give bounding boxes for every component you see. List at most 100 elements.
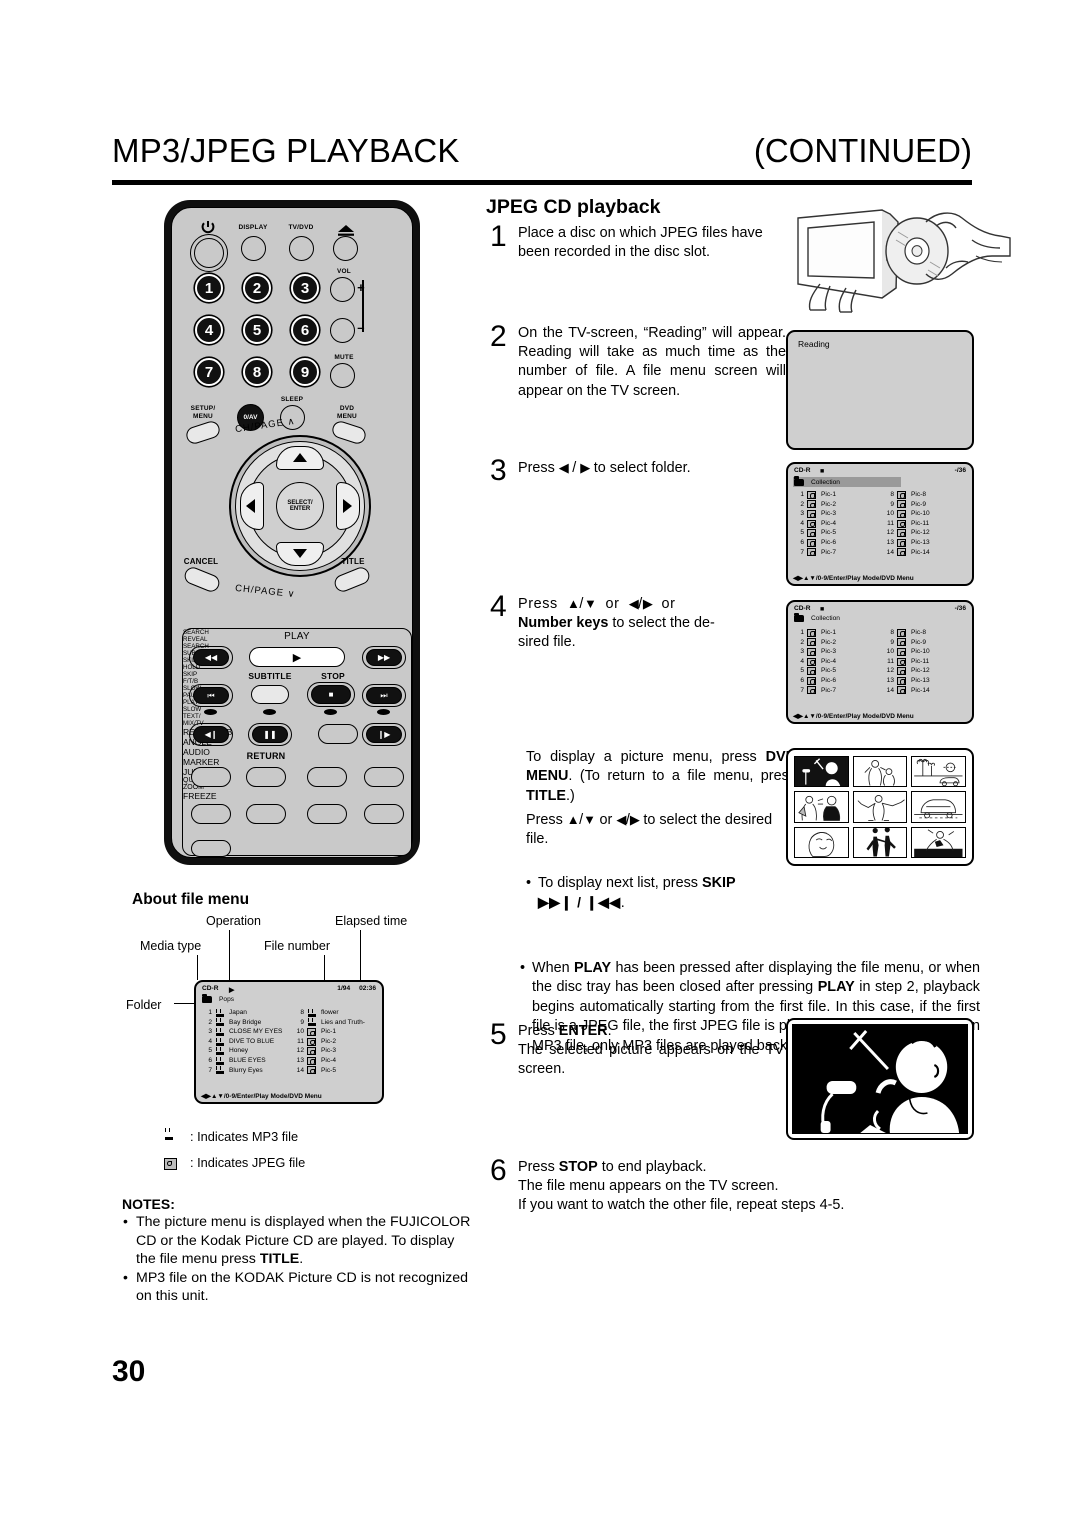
tv-dvd-label: TV/DVD <box>288 224 314 231</box>
leader-operation <box>229 930 231 980</box>
dvd-menu-button[interactable] <box>330 419 368 446</box>
list-item[interactable]: 12 Pic-3 <box>293 1046 382 1056</box>
list-item[interactable]: 1 Pic-1 <box>793 628 889 638</box>
thumbnail-item[interactable] <box>911 756 966 788</box>
list-item[interactable]: 1 Japan <box>201 1008 299 1018</box>
list-item[interactable]: 8 Pic-8 <box>883 490 972 500</box>
singer-photo-image <box>792 1024 968 1134</box>
list-item[interactable]: 12 Pic-12 <box>883 666 972 676</box>
volume-down-button[interactable] <box>330 318 355 343</box>
list-item[interactable]: 13 Pic-13 <box>883 538 972 548</box>
number-2-button[interactable]: 2 <box>243 274 271 302</box>
skip-keyword: SKIP <box>701 875 736 891</box>
list-item[interactable]: 6 Pic-6 <box>793 676 883 686</box>
thumbnail-item[interactable] <box>852 756 908 788</box>
list-item[interactable]: 11 Pic-11 <box>883 519 972 529</box>
list-item[interactable]: 8 flower <box>293 1008 382 1018</box>
list-item[interactable]: 13 Pic-13 <box>883 676 972 686</box>
list-item[interactable]: 9 Pic-9 <box>883 638 972 648</box>
number-5-button[interactable]: 5 <box>243 316 271 344</box>
thumbnail-item[interactable] <box>794 756 849 788</box>
thumbnail-item[interactable] <box>911 791 966 823</box>
list-item[interactable]: 14 Pic-5 <box>293 1066 382 1076</box>
mute-button[interactable] <box>330 363 355 388</box>
tv-dvd-button[interactable] <box>289 236 314 261</box>
list-item[interactable]: 2 Pic-2 <box>793 638 883 648</box>
step-6: 6 Press STOP to end playback. The file m… <box>490 1156 970 1216</box>
select-enter-button[interactable]: SELECT/ ENTER <box>276 482 324 530</box>
slow-forward-button-ring <box>362 723 406 746</box>
list-item[interactable]: 5 Pic-5 <box>793 666 883 676</box>
list-item[interactable]: 4 Pic-4 <box>793 657 883 667</box>
list-item[interactable]: 10 Pic-10 <box>883 509 972 519</box>
list-item[interactable]: 11 Pic-2 <box>293 1037 382 1047</box>
list-item-number: 12 <box>886 667 894 675</box>
return-button[interactable] <box>246 767 286 787</box>
play-button[interactable]: ▶ <box>249 647 345 667</box>
play-mode-button[interactable] <box>318 724 358 744</box>
cancel-button[interactable] <box>182 564 222 595</box>
list-item[interactable]: 5 Honey <box>201 1046 293 1056</box>
number-6-button[interactable]: 6 <box>291 316 319 344</box>
marker-button[interactable] <box>246 804 286 824</box>
list-item[interactable]: 10 Pic-10 <box>883 647 972 657</box>
list-item[interactable]: 14 Pic-14 <box>883 686 972 696</box>
number-8-button[interactable]: 8 <box>243 358 271 386</box>
stop-keyword: STOP <box>558 1159 598 1175</box>
list-item[interactable]: 1 Pic-1 <box>793 490 883 500</box>
step-4-number-keys: Number keys <box>518 615 609 632</box>
jpeg-icon <box>307 1037 316 1046</box>
list-item[interactable]: 12 Pic-12 <box>883 528 972 538</box>
list-item[interactable]: 11 Pic-11 <box>883 657 972 667</box>
list-item[interactable]: 2 Pic-2 <box>793 500 883 510</box>
list-item[interactable]: 14 Pic-14 <box>883 548 972 558</box>
list-item[interactable]: 2 Bay Bridge <box>201 1018 293 1028</box>
list-item[interactable]: 7 Blurry Eyes <box>201 1066 293 1076</box>
list-item[interactable]: 13 Pic-4 <box>293 1056 382 1066</box>
quick-view-zoom-button[interactable] <box>364 804 404 824</box>
thumbnail-item[interactable] <box>852 791 908 823</box>
file-menu-folder-row: Pops <box>202 993 234 1003</box>
list-item[interactable]: 3 Pic-3 <box>793 509 883 519</box>
thumbnail-item[interactable] <box>794 791 849 823</box>
thumbnail-item[interactable] <box>794 826 849 858</box>
list-item[interactable]: 4 Pic-4 <box>793 519 883 529</box>
number-9-button[interactable]: 9 <box>291 358 319 386</box>
thumbnail-item[interactable] <box>852 826 908 858</box>
setup-menu-button[interactable] <box>184 419 222 446</box>
jump-button[interactable] <box>307 804 347 824</box>
list-item[interactable]: 8 Pic-8 <box>883 628 972 638</box>
search-reveal-label-1: SEARCH <box>183 629 209 636</box>
list-item[interactable]: 9 Pic-9 <box>883 500 972 510</box>
number-7-button[interactable]: 7 <box>195 358 223 386</box>
list-item[interactable]: 6 Pic-6 <box>793 538 883 548</box>
display-button[interactable] <box>241 236 266 261</box>
list-item[interactable]: 3 CLOSE MY EYES <box>201 1027 293 1037</box>
list-item[interactable]: 4 DIVE TO BLUE <box>201 1037 293 1047</box>
text-mixtv-button[interactable] <box>191 767 231 787</box>
subtitle-button[interactable] <box>251 685 289 704</box>
list-item[interactable]: 3 Pic-3 <box>793 647 883 657</box>
number-3-button[interactable]: 3 <box>291 274 319 302</box>
thumbnail-item[interactable] <box>911 826 966 858</box>
list-item[interactable]: 5 Pic-5 <box>793 528 883 538</box>
number-1-button[interactable]: 1 <box>195 274 223 302</box>
list-item[interactable]: 6 BLUE EYES <box>201 1056 293 1066</box>
freeze-button[interactable] <box>191 840 231 857</box>
list-item[interactable]: 7 Pic-7 <box>793 548 883 558</box>
list-item[interactable]: 10 Pic-1 <box>293 1027 382 1037</box>
file-menu-footer: ◀▶▲▼/0-9/Enter/Play Mode/DVD Menu <box>201 1093 322 1100</box>
list-item[interactable]: 9 Lies and Truth- <box>293 1018 382 1028</box>
title-button[interactable] <box>332 564 372 595</box>
eject-button[interactable] <box>333 236 358 261</box>
number-4-button[interactable]: 4 <box>195 316 223 344</box>
angle-button[interactable] <box>364 767 404 787</box>
power-button-ring <box>190 234 228 272</box>
audio-button[interactable] <box>191 804 231 824</box>
list-item-name: Pic-9 <box>911 500 927 508</box>
jpeg-icon <box>897 509 906 518</box>
list-item[interactable]: 7 Pic-7 <box>793 686 883 696</box>
repeat-ab-button[interactable] <box>307 767 347 787</box>
volume-up-button[interactable] <box>330 277 355 302</box>
zero-av-label: 0/AV <box>243 414 258 421</box>
